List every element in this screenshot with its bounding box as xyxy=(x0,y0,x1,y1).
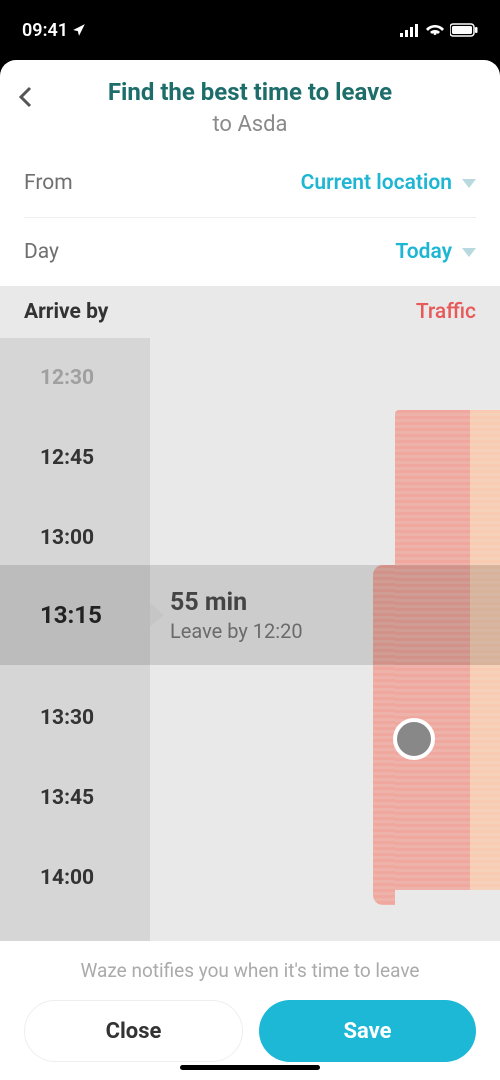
picker-header: Arrive by Traffic xyxy=(0,286,500,338)
chevron-left-icon xyxy=(18,86,32,108)
selected-time: 13:15 xyxy=(0,601,150,629)
back-button[interactable] xyxy=(18,82,32,115)
time-slot[interactable]: 13:45 xyxy=(0,758,150,838)
time-slot[interactable]: 13:30 xyxy=(0,678,150,758)
page-subtitle: to Asda xyxy=(20,112,480,137)
wifi-icon xyxy=(426,23,444,37)
selected-duration: 55 min xyxy=(170,588,303,617)
from-value-text: Current location xyxy=(301,171,452,195)
time-slot[interactable]: 12:45 xyxy=(0,418,150,498)
picker-body[interactable]: 12:30 12:45 13:00 13:30 13:45 14:00 13:1… xyxy=(0,338,500,941)
day-value-selector[interactable]: Today xyxy=(395,240,476,264)
location-arrow-icon xyxy=(72,23,86,37)
battery-icon xyxy=(450,23,478,37)
drag-handle[interactable] xyxy=(393,718,435,760)
status-bar: 09:41 xyxy=(0,0,500,60)
selected-info: 55 min Leave by 12:20 xyxy=(150,588,303,643)
from-label: From xyxy=(24,171,73,195)
time-slot[interactable]: 12:30 xyxy=(0,338,150,418)
day-value-text: Today xyxy=(395,240,452,264)
day-label: Day xyxy=(24,240,59,264)
status-icons xyxy=(400,23,478,37)
close-button[interactable]: Close xyxy=(24,1000,243,1062)
traffic-label: Traffic xyxy=(416,300,476,324)
status-time: 09:41 xyxy=(22,20,86,41)
from-value-selector[interactable]: Current location xyxy=(301,171,476,195)
chevron-down-icon xyxy=(462,179,476,188)
time-picker: Arrive by Traffic 12:30 12:45 13:00 13:3… xyxy=(0,286,500,941)
arrive-by-label: Arrive by xyxy=(24,300,108,324)
chevron-down-icon xyxy=(462,248,476,257)
footer-buttons: Close Save xyxy=(24,1000,476,1062)
page-title: Find the best time to leave xyxy=(20,78,480,106)
main-container: Find the best time to leave to Asda From… xyxy=(0,60,500,1080)
signal-icon xyxy=(400,23,420,37)
header: Find the best time to leave to Asda xyxy=(0,60,500,149)
time-slot[interactable]: 14:00 xyxy=(0,838,150,918)
selected-leave: Leave by 12:20 xyxy=(170,619,303,643)
footer-notice: Waze notifies you when it's time to leav… xyxy=(24,959,476,982)
footer: Waze notifies you when it's time to leav… xyxy=(0,941,500,1080)
time-text: 09:41 xyxy=(22,20,68,41)
save-button[interactable]: Save xyxy=(259,1000,476,1062)
from-field: From Current location xyxy=(0,149,500,217)
arrow-indicator-icon xyxy=(150,603,164,627)
home-indicator[interactable] xyxy=(180,1065,320,1070)
selected-row: 13:15 55 min Leave by 12:20 xyxy=(0,565,500,665)
day-field: Day Today xyxy=(0,218,500,286)
